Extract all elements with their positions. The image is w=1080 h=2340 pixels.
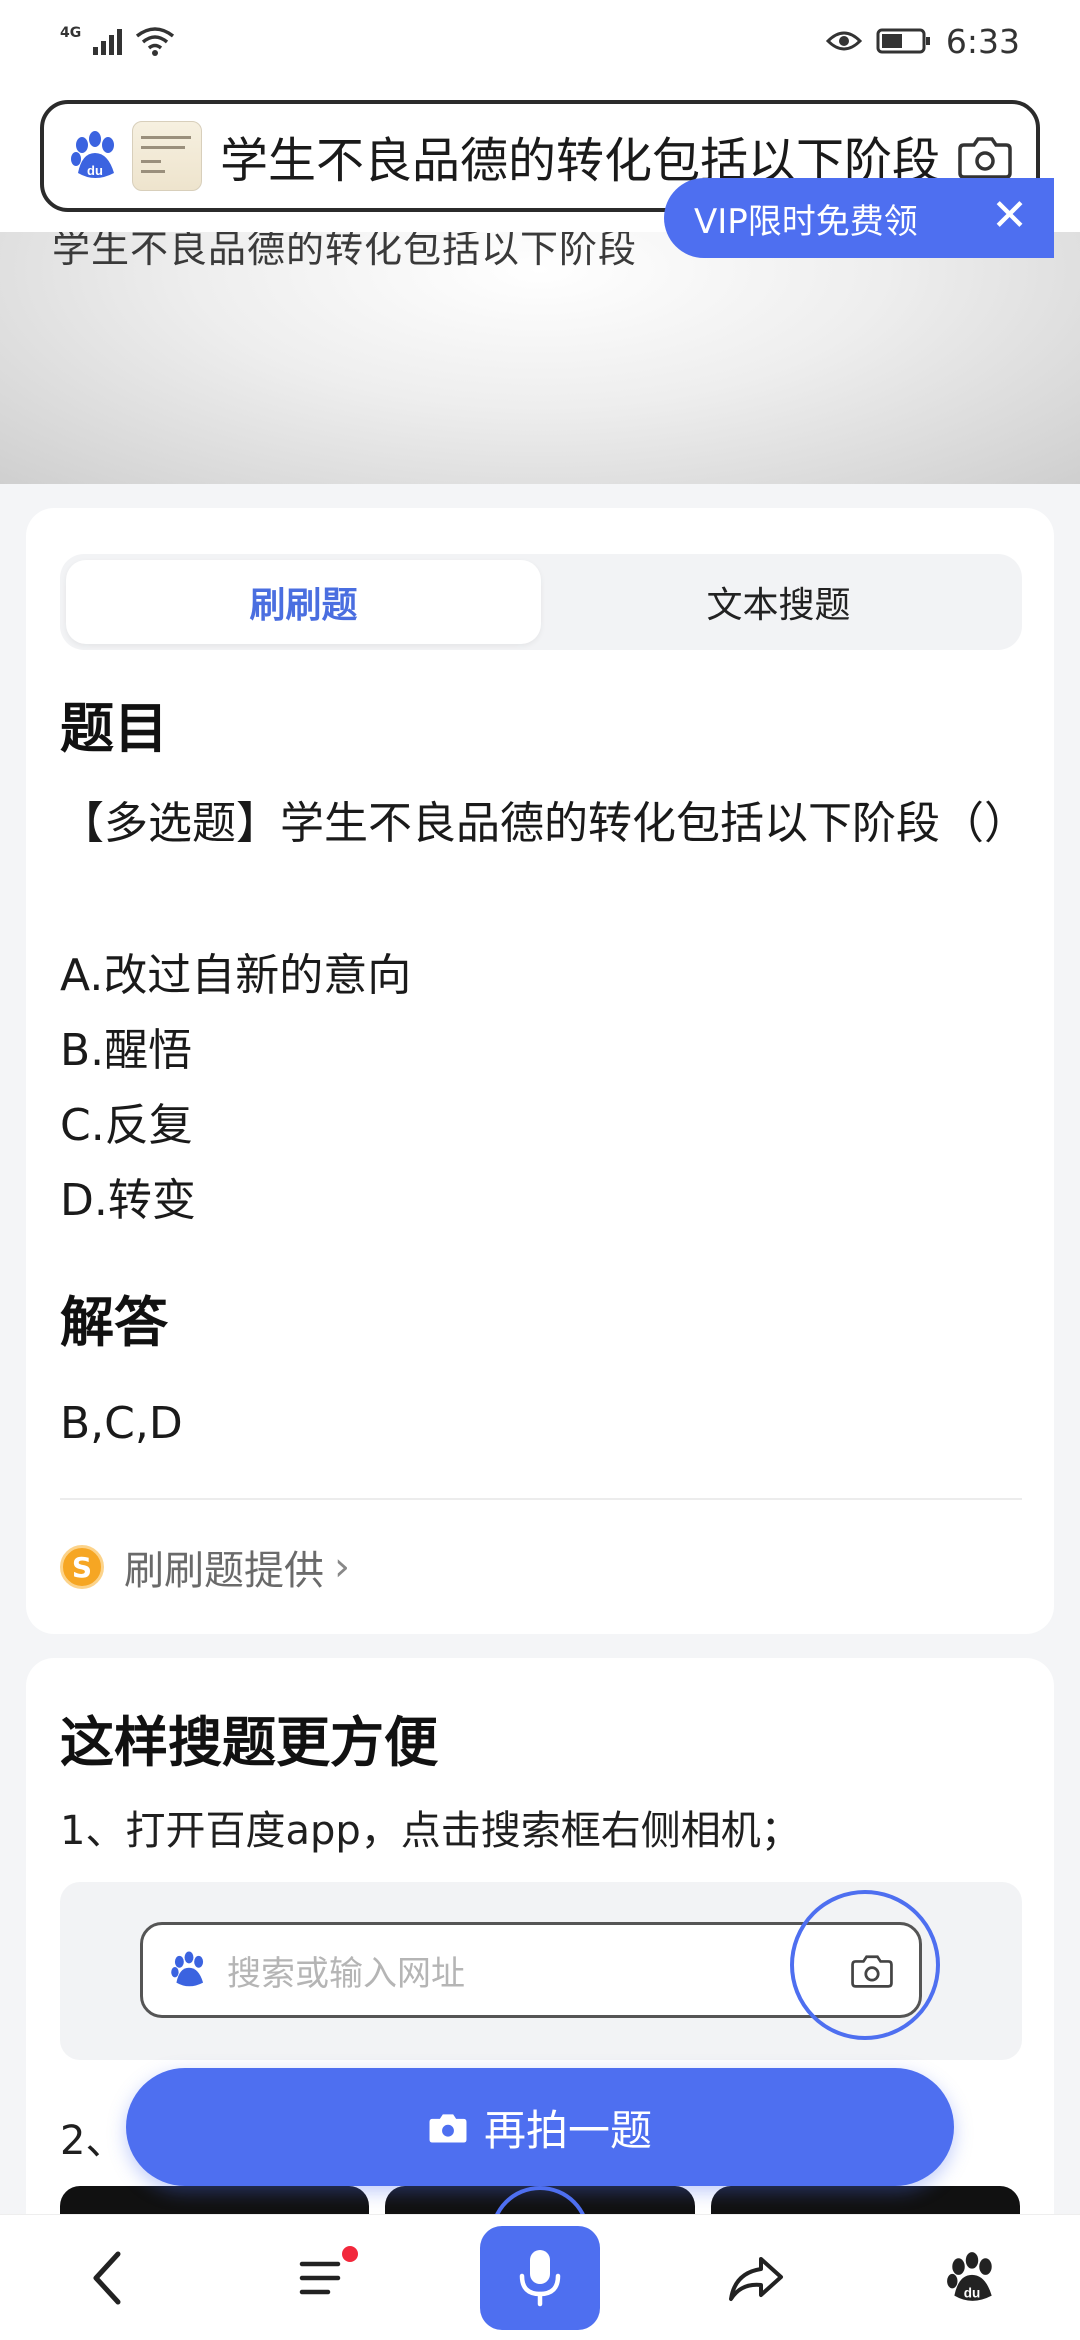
camera-icon[interactable] <box>958 133 1012 179</box>
bottom-nav: du <box>0 2214 1080 2340</box>
baidu-paw-icon: du <box>947 2251 992 2301</box>
tips-step-2: 2、 <box>60 2118 126 2164</box>
tab-shuashuati[interactable]: 刷刷题 <box>66 560 541 644</box>
menu-button[interactable] <box>264 2228 384 2328</box>
status-right: 6:33 <box>825 21 1020 61</box>
baidu-paw-icon <box>171 1951 204 1987</box>
question-text: 【多选题】学生不良品德的转化包括以下阶段（） <box>60 798 1028 849</box>
chevron-right-icon: › <box>334 1544 350 1590</box>
signal-icon <box>93 29 123 55</box>
options-list: A.改过自新的意向 B.醒悟 C.反复 D.转变 <box>60 938 411 1238</box>
clock: 6:33 <box>945 21 1020 61</box>
tips-title: 这样搜题更方便 <box>60 1711 438 1774</box>
voice-search-button[interactable] <box>480 2225 600 2330</box>
source-tabs: 刷刷题 文本搜题 <box>60 554 1022 650</box>
network-type: 4G <box>60 25 82 41</box>
highlight-circle <box>790 1890 940 2040</box>
status-bar: 4G 6:33 <box>0 0 1080 82</box>
retake-photo-button[interactable]: 再拍一题 <box>126 2068 954 2186</box>
answer-text: B,C,D <box>60 1398 183 1449</box>
menu-icon <box>299 2261 341 2294</box>
option-d: D.转变 <box>60 1175 196 1226</box>
mic-icon <box>519 2249 561 2306</box>
question-heading: 题目 <box>60 697 168 760</box>
close-icon[interactable]: ✕ <box>991 192 1028 240</box>
option-c: C.反复 <box>60 1100 193 1151</box>
photo-preview[interactable]: 学生不良品德的转化包括以下阶段 <box>0 232 1080 484</box>
battery-icon <box>876 28 930 54</box>
eye-icon <box>825 31 862 51</box>
svg-text:du: du <box>964 2285 980 2300</box>
photo-caption: 学生不良品德的转化包括以下阶段 <box>52 232 638 271</box>
share-icon <box>729 2256 783 2301</box>
baidu-home-button[interactable]: du <box>912 2228 1032 2328</box>
share-button[interactable] <box>696 2228 816 2328</box>
demo-search-placeholder: 搜索或输入网址 <box>227 1953 465 1994</box>
retake-label: 再拍一题 <box>483 2105 652 2155</box>
back-icon <box>93 2251 121 2304</box>
page: 4G 6:33 du 学生不良品德的转化包括以下阶段 学生不良品德的转化包括以下… <box>0 0 1080 2340</box>
status-left: 4G <box>60 25 175 56</box>
option-b: B.醒悟 <box>60 1025 193 1076</box>
divider <box>60 1498 1022 1500</box>
provider-link[interactable]: S 刷刷题提供 › <box>60 1538 350 1596</box>
vip-promo-banner[interactable]: VIP限时免费领 ✕ <box>664 178 1054 258</box>
notification-dot <box>342 2245 358 2262</box>
wifi-icon <box>136 27 175 56</box>
back-button[interactable] <box>48 2228 168 2328</box>
provider-logo-icon: S <box>60 1545 104 1589</box>
tips-step-1: 1、打开百度app，点击搜索框右侧相机； <box>60 1808 801 1854</box>
question-card: 刷刷题 文本搜题 题目 【多选题】学生不良品德的转化包括以下阶段（） A.改过自… <box>26 508 1054 1634</box>
svg-text:du: du <box>87 163 103 178</box>
demo-illustration: 搜索或输入网址 <box>60 1882 1022 2060</box>
camera-icon <box>429 2114 467 2143</box>
option-a: A.改过自新的意向 <box>60 950 412 1001</box>
baidu-paw-icon[interactable]: du <box>68 129 122 183</box>
provider-label: 刷刷题提供 <box>124 1548 324 1594</box>
search-image-thumbnail[interactable] <box>132 121 202 191</box>
answer-heading: 解答 <box>60 1291 168 1354</box>
vip-label: VIP限时免费领 <box>694 201 918 242</box>
tab-text-search[interactable]: 文本搜题 <box>541 560 1016 644</box>
